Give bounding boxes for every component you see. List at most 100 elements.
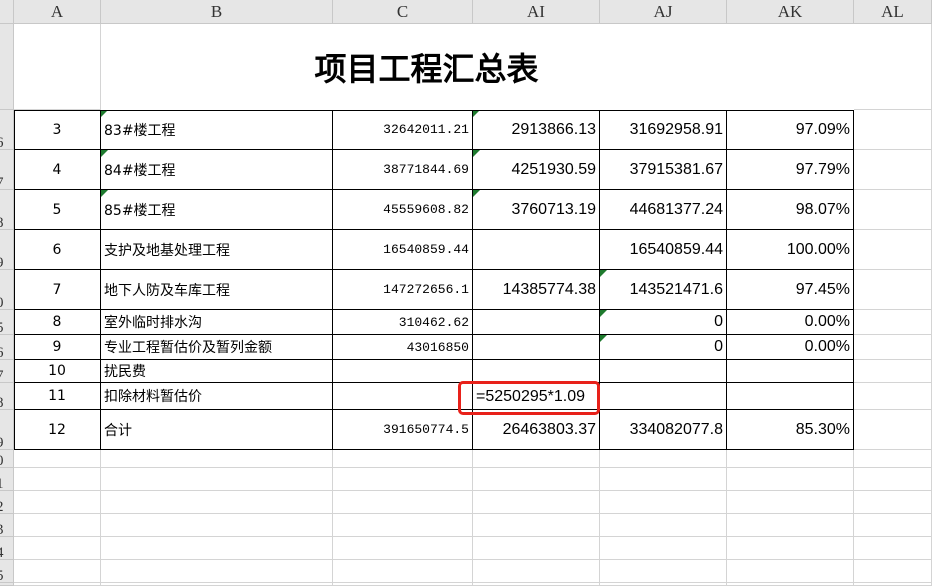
cell-aj[interactable]: 37915381.67 (600, 150, 727, 190)
cell-aj[interactable]: 16540859.44 (600, 230, 727, 270)
cell-aj[interactable]: 0 (600, 335, 727, 360)
empty-cell[interactable] (101, 537, 333, 560)
column-header-al[interactable]: AL (854, 0, 932, 24)
cell-ai[interactable]: 2913866.13 (473, 110, 600, 150)
cell-al[interactable] (854, 335, 932, 360)
row-header[interactable]: 4 (0, 537, 14, 560)
empty-cell[interactable] (473, 560, 600, 583)
empty-cell[interactable] (854, 450, 932, 468)
empty-cell[interactable] (854, 537, 932, 560)
empty-cell[interactable] (727, 450, 854, 468)
cell-b[interactable]: 84#楼工程 (101, 150, 333, 190)
empty-cell[interactable] (333, 537, 473, 560)
select-all-corner[interactable] (0, 0, 14, 24)
cell-ak[interactable]: 0.00% (727, 335, 854, 360)
cell-b[interactable]: 85#楼工程 (101, 190, 333, 230)
cell-ak[interactable]: 97.79% (727, 150, 854, 190)
cell-c[interactable]: 38771844.69 (333, 150, 473, 190)
empty-cell[interactable] (14, 537, 101, 560)
cell-aj[interactable]: 143521471.6 (600, 270, 727, 310)
cell-c[interactable]: 16540859.44 (333, 230, 473, 270)
empty-cell[interactable] (600, 450, 727, 468)
row-header[interactable]: 0 (0, 270, 14, 310)
cell-al[interactable] (854, 360, 932, 383)
cell-aj[interactable]: 44681377.24 (600, 190, 727, 230)
cell-b[interactable]: 合计 (101, 410, 333, 450)
cell-al[interactable] (854, 230, 932, 270)
empty-cell[interactable] (14, 514, 101, 537)
empty-cell[interactable] (473, 450, 600, 468)
cell-b[interactable]: 扣除材料暂估价 (101, 383, 333, 410)
empty-cell[interactable] (854, 560, 932, 583)
empty-cell[interactable] (333, 560, 473, 583)
cell-c[interactable]: 391650774.5 (333, 410, 473, 450)
row-header[interactable]: 3 (0, 514, 14, 537)
cell-ai[interactable]: 26463803.37 (473, 410, 600, 450)
cell-ai[interactable]: 14385774.38 (473, 270, 600, 310)
empty-cell[interactable] (727, 537, 854, 560)
cell-a[interactable]: 6 (14, 230, 101, 270)
cell-ai[interactable] (473, 230, 600, 270)
cell-c[interactable]: 45559608.82 (333, 190, 473, 230)
cell-ak[interactable] (727, 360, 854, 383)
cell-a[interactable]: 11 (14, 383, 101, 410)
empty-cell[interactable] (14, 560, 101, 583)
empty-cell[interactable] (101, 560, 333, 583)
title-row-a[interactable] (14, 24, 101, 110)
cell-al[interactable] (854, 310, 932, 335)
cell-a[interactable]: 12 (14, 410, 101, 450)
cell-ak[interactable] (727, 383, 854, 410)
cell-c[interactable]: 310462.62 (333, 310, 473, 335)
cell-ak[interactable]: 97.09% (727, 110, 854, 150)
cell-aj[interactable] (600, 360, 727, 383)
empty-cell[interactable] (101, 514, 333, 537)
cell-aj[interactable]: 0 (600, 310, 727, 335)
cell-al[interactable] (854, 270, 932, 310)
cell-ak[interactable]: 100.00% (727, 230, 854, 270)
cell-a[interactable]: 7 (14, 270, 101, 310)
empty-cell[interactable] (101, 450, 333, 468)
cell-aj[interactable]: 334082077.8 (600, 410, 727, 450)
cell-c[interactable] (333, 383, 473, 410)
cell-ak[interactable]: 85.30% (727, 410, 854, 450)
empty-cell[interactable] (600, 468, 727, 491)
empty-cell[interactable] (727, 514, 854, 537)
cell-ak[interactable]: 98.07% (727, 190, 854, 230)
empty-cell[interactable] (600, 491, 727, 514)
empty-cell[interactable] (854, 514, 932, 537)
cell-c[interactable]: 43016850 (333, 335, 473, 360)
empty-cell[interactable] (333, 468, 473, 491)
empty-cell[interactable] (473, 491, 600, 514)
row-header[interactable]: 5 (0, 310, 14, 335)
column-header-ai[interactable]: AI (473, 0, 600, 24)
cell-a[interactable]: 4 (14, 150, 101, 190)
cell-a[interactable]: 9 (14, 335, 101, 360)
empty-cell[interactable] (101, 468, 333, 491)
cell-ai[interactable]: 4251930.59 (473, 150, 600, 190)
empty-cell[interactable] (333, 450, 473, 468)
cell-al[interactable] (854, 410, 932, 450)
cell-ak[interactable]: 0.00% (727, 310, 854, 335)
cell-ak[interactable]: 97.45% (727, 270, 854, 310)
empty-cell[interactable] (14, 468, 101, 491)
empty-cell[interactable] (473, 537, 600, 560)
empty-cell[interactable] (333, 491, 473, 514)
cell-b[interactable]: 支护及地基处理工程 (101, 230, 333, 270)
cell-ai[interactable] (473, 310, 600, 335)
empty-cell[interactable] (600, 537, 727, 560)
cell-b[interactable]: 地下人防及车库工程 (101, 270, 333, 310)
row-header[interactable]: 6 (0, 335, 14, 360)
cell-aj[interactable]: 31692958.91 (600, 110, 727, 150)
title-row-al[interactable] (854, 24, 932, 110)
row-header-title[interactable] (0, 24, 14, 110)
column-header-c[interactable]: C (333, 0, 473, 24)
cell-b[interactable]: 扰民费 (101, 360, 333, 383)
cell-a[interactable]: 3 (14, 110, 101, 150)
row-header[interactable]: 9 (0, 230, 14, 270)
cell-c[interactable]: 147272656.1 (333, 270, 473, 310)
row-header[interactable]: 9 (0, 410, 14, 450)
empty-cell[interactable] (854, 491, 932, 514)
empty-cell[interactable] (333, 514, 473, 537)
row-header[interactable]: 8 (0, 190, 14, 230)
row-header[interactable]: 7 (0, 360, 14, 383)
